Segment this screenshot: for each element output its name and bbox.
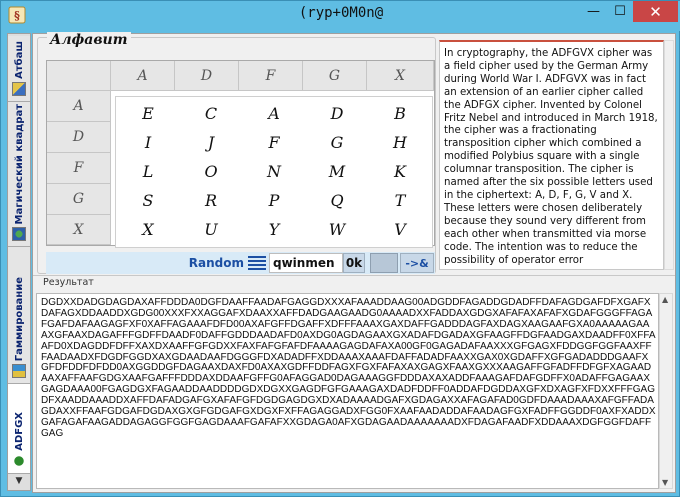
description-scrollbar[interactable] [664,40,674,270]
vertical-tab-strip: Атбаш Магический квадрат Гаммирование AD… [7,33,31,491]
result-scrollbar[interactable]: ▲ ▼ [659,293,673,489]
scroll-down-icon[interactable]: ▼ [662,478,668,487]
col-header: G [303,61,367,91]
col-header: X [367,61,434,91]
square-cell[interactable]: A [244,99,304,127]
key-input[interactable] [269,253,343,273]
square-cell[interactable]: V [370,215,430,243]
row-header: X [47,215,111,245]
result-label: Результат [43,277,94,288]
tab-adfgx[interactable]: ADFGX [8,384,30,474]
result-textarea[interactable]: DGDXXDADGDAGDAXAFFDDDA0DGFDAAFFAADAFGAGG… [36,293,659,489]
square-cell[interactable]: T [370,186,430,214]
bug-icon [12,454,26,468]
tab-gamma[interactable]: Гаммирование [8,247,30,384]
apply-button[interactable]: ->& [400,253,434,273]
square-cell[interactable]: R [181,186,241,214]
tab-scroll-down-icon[interactable]: ▼ [8,474,30,488]
adfgx-panel: Алфавит A D F G X A D F G X E C A D B I … [32,32,676,493]
random-button[interactable]: Random [176,253,266,273]
book-icon [12,82,26,96]
scroll-up-icon[interactable]: ▲ [662,295,668,304]
title-bar: § (ryp+0M0n@ — ☐ ✕ [1,1,680,31]
square-cell[interactable]: W [307,215,367,243]
minimize-button[interactable]: — [580,1,607,22]
row-header: G [47,184,111,215]
alphabet-control-bar: Random 0k ->& [46,252,435,274]
polybius-grid: A D F G X A D F G X E C A D B I J F G H … [46,60,435,248]
square-cell[interactable]: H [370,128,430,156]
square-cell[interactable]: C [181,99,241,127]
square-cell[interactable]: J [181,128,241,156]
mode-toggle[interactable] [370,253,398,273]
tab-magic-square[interactable]: Магический квадрат [8,102,30,247]
cipher-square: E C A D B I J F G H L O N M K S R P Q T … [115,96,433,248]
random-button-label: Random [188,256,244,270]
square-cell[interactable]: L [118,157,178,185]
square-cell[interactable]: E [118,99,178,127]
square-cell[interactable]: B [370,99,430,127]
panel-splitter[interactable] [33,275,675,276]
square-cell[interactable]: P [244,186,304,214]
alphabet-legend: Алфавит [47,32,131,48]
row-header: D [47,122,111,153]
ok-button[interactable]: 0k [343,253,365,273]
shuffle-lines-icon [248,256,266,270]
tab-atbash-label: Атбаш [13,41,25,79]
tab-magic-square-label: Магический квадрат [13,103,25,224]
maximize-button[interactable]: ☐ [607,1,633,22]
row-header: F [47,153,111,184]
square-cell[interactable]: Q [307,186,367,214]
cipher-description: In cryptography, the ADFGVX cipher was a… [439,40,664,270]
square-cell[interactable]: N [244,157,304,185]
square-cell[interactable]: U [181,215,241,243]
tab-adfgx-label: ADFGX [13,412,25,451]
square-cell[interactable]: F [244,128,304,156]
tab-gamma-label: Гаммирование [13,276,25,361]
square-cell[interactable]: K [370,157,430,185]
square-cell[interactable]: X [118,215,178,243]
col-header: F [239,61,303,91]
row-header: A [47,91,111,122]
fish-icon [12,364,26,378]
alphabet-group: Алфавит A D F G X A D F G X E C A D B I … [37,32,436,274]
app-window: § (ryp+0M0n@ — ☐ ✕ Атбаш Магический квад… [0,0,680,497]
window-title: (ryp+0M0n@ [298,5,384,21]
square-cell[interactable]: O [181,157,241,185]
tab-atbash[interactable]: Атбаш [8,36,30,102]
close-button[interactable]: ✕ [633,1,678,22]
square-cell[interactable]: Y [244,215,304,243]
col-header: D [175,61,239,91]
square-cell[interactable]: S [118,186,178,214]
square-cell[interactable]: M [307,157,367,185]
square-cell[interactable]: G [307,128,367,156]
globe-icon [12,227,26,241]
square-cell[interactable]: I [118,128,178,156]
grid-corner [47,61,111,91]
square-cell[interactable]: D [307,99,367,127]
col-header: A [111,61,175,91]
